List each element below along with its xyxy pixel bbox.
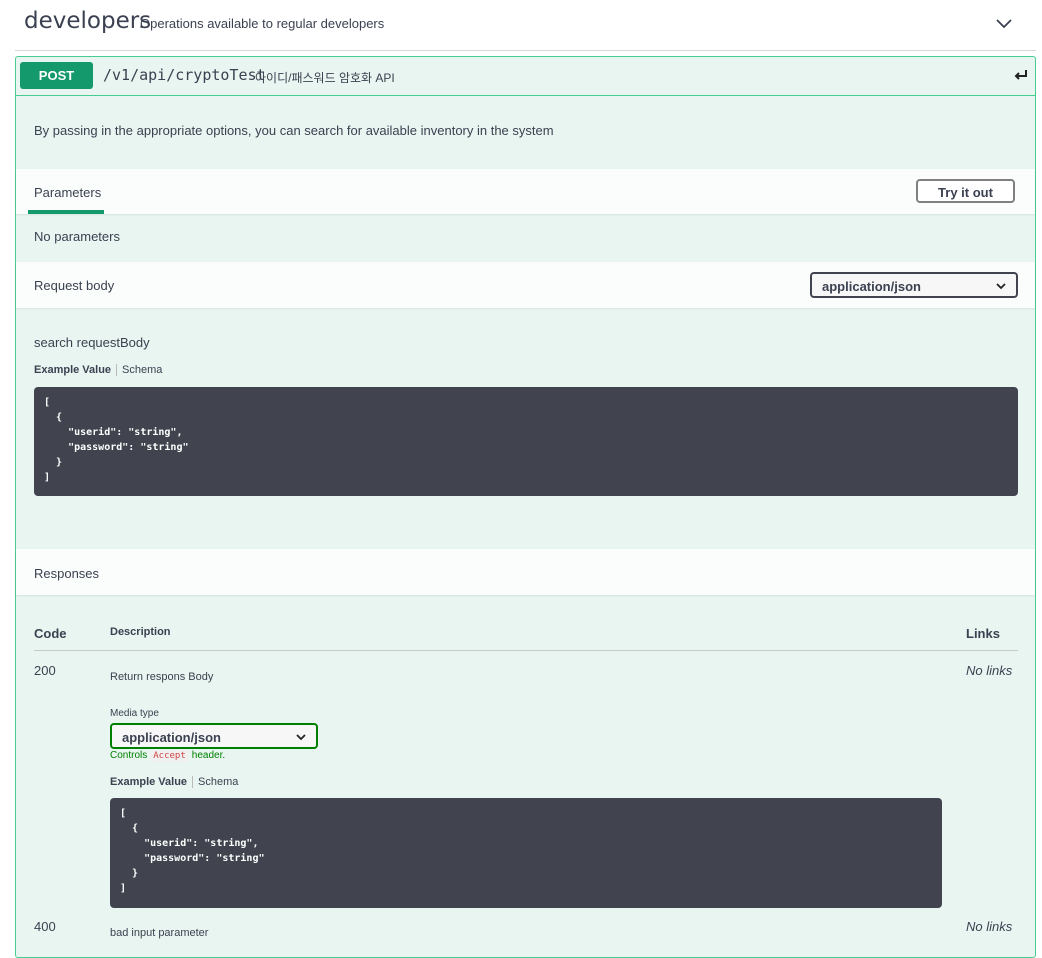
tab-schema[interactable]: Schema xyxy=(198,776,238,788)
response-links: No links xyxy=(966,919,1013,934)
response-media-type-select[interactable]: application/json xyxy=(110,723,318,749)
operation-path: /v1/api/cryptoTest xyxy=(103,66,266,84)
table-header-divider xyxy=(34,650,1018,651)
request-body-description: search requestBody xyxy=(34,335,150,350)
controls-accept-note: Controls Accept header. xyxy=(110,750,226,762)
request-body-section-header: Request body application/json xyxy=(16,262,1035,308)
response-media-type-value: application/json xyxy=(122,730,221,745)
request-content-type-value: application/json xyxy=(822,279,921,294)
response-code: 200 xyxy=(34,663,56,678)
column-header-links: Links xyxy=(966,626,1000,641)
tag-header[interactable]: developers Operations available to regul… xyxy=(15,0,1036,51)
tag-description: Operations available to regular develope… xyxy=(140,16,385,31)
request-content-type-select[interactable]: application/json xyxy=(810,272,1018,298)
response-description: Return respons Body xyxy=(110,671,214,683)
chevron-down-icon[interactable] xyxy=(994,14,1014,34)
responses-label: Responses xyxy=(34,566,100,581)
response-code: 400 xyxy=(34,919,56,934)
tag-name: developers xyxy=(24,8,152,34)
tab-schema[interactable]: Schema xyxy=(122,364,162,376)
chevron-down-icon xyxy=(996,283,1006,290)
response-example-code: [ { "userid": "string", "password": "str… xyxy=(110,798,942,908)
request-example-tabs: Example Value Schema xyxy=(34,364,162,377)
parameters-section-header: Parameters Try it out xyxy=(16,169,1035,214)
column-header-code: Code xyxy=(34,626,67,641)
request-body-label: Request body xyxy=(34,278,115,293)
response-description: bad input parameter xyxy=(110,927,209,939)
responses-section-header: Responses xyxy=(16,549,1035,595)
operation-description: By passing in the appropriate options, y… xyxy=(34,123,554,138)
operation-block: POST /v1/api/cryptoTest 아이디/패스워드 암호화 API… xyxy=(15,56,1036,958)
return-icon[interactable] xyxy=(1013,67,1029,83)
operation-summary-text: 아이디/패스워드 암호화 API xyxy=(255,71,395,85)
response-example-tabs: Example Value Schema xyxy=(110,776,238,789)
controls-prefix: Controls xyxy=(110,750,148,761)
tab-parameters[interactable]: Parameters xyxy=(34,185,101,200)
tab-active-indicator xyxy=(28,210,104,214)
method-badge: POST xyxy=(20,62,93,89)
request-example-code: [ { "userid": "string", "password": "str… xyxy=(34,387,1018,496)
column-header-description: Description xyxy=(110,626,171,638)
operation-summary[interactable]: POST /v1/api/cryptoTest 아이디/패스워드 암호화 API xyxy=(16,57,1035,96)
tab-example-value[interactable]: Example Value xyxy=(34,364,111,376)
controls-suffix: header. xyxy=(191,750,226,761)
accept-code: Accept xyxy=(150,750,189,762)
tab-divider xyxy=(116,364,118,377)
try-it-out-button[interactable]: Try it out xyxy=(916,179,1015,203)
tab-divider xyxy=(192,776,194,789)
response-links: No links xyxy=(966,663,1013,678)
media-type-label: Media type xyxy=(110,708,159,719)
no-parameters-text: No parameters xyxy=(34,229,120,244)
chevron-down-icon xyxy=(296,734,306,741)
tab-example-value[interactable]: Example Value xyxy=(110,776,187,788)
